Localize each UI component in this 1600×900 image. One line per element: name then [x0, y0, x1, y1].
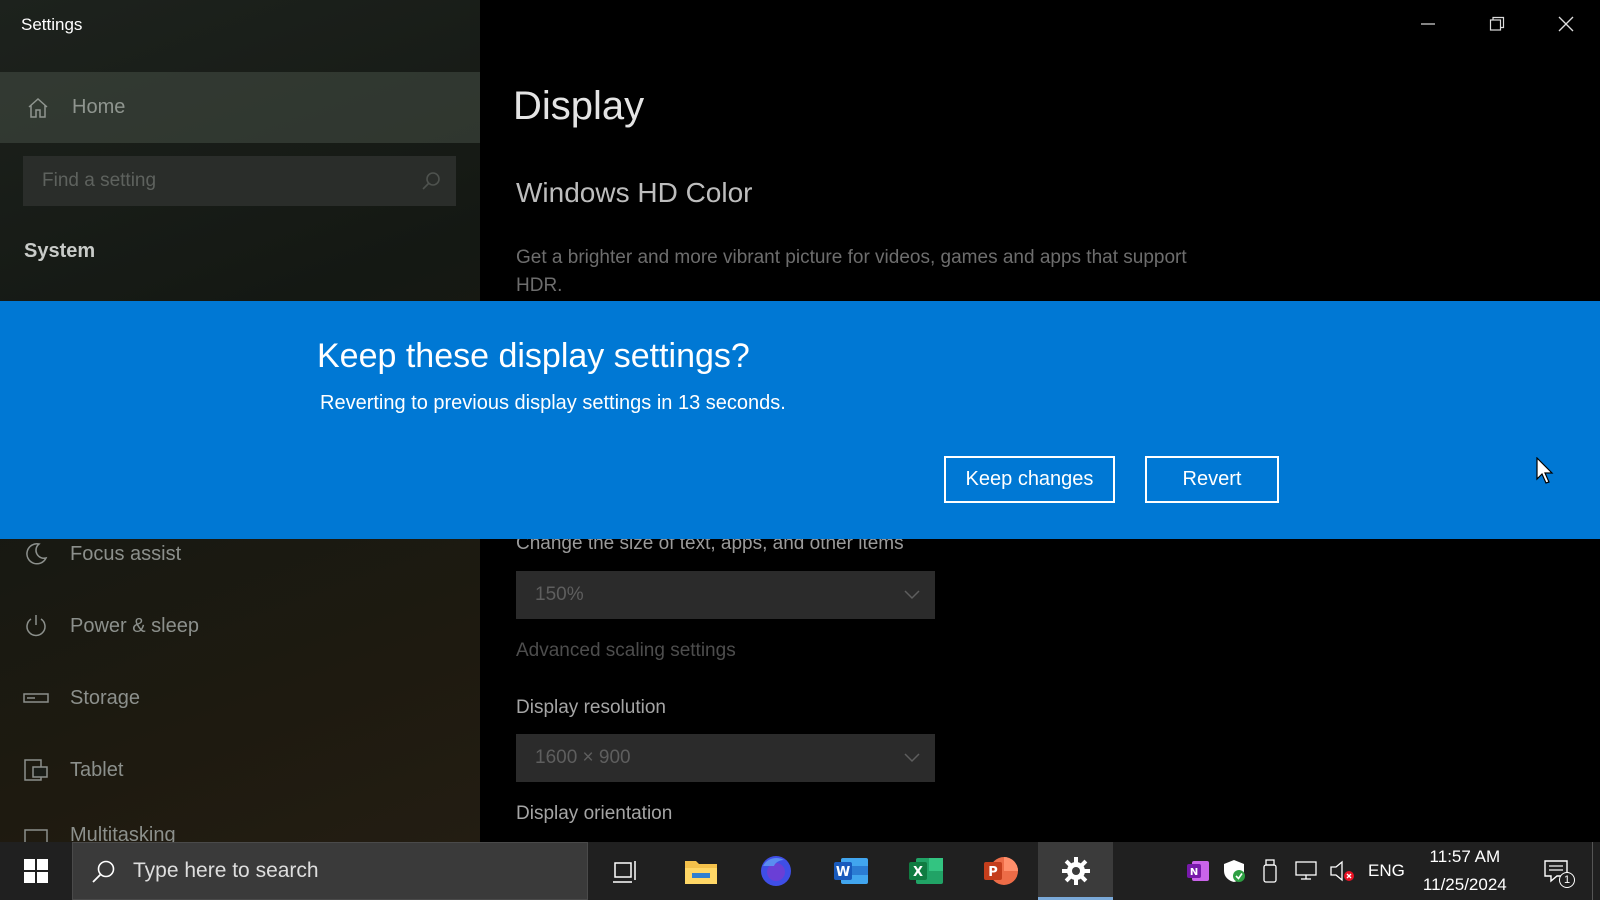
sidebar-item-tablet[interactable]: Tablet: [0, 740, 480, 800]
sidebar-item-power-sleep[interactable]: Power & sleep: [0, 596, 480, 656]
taskbar-app-excel[interactable]: X: [888, 842, 963, 900]
orientation-label: Display orientation: [516, 803, 673, 824]
show-desktop-button[interactable]: [1592, 842, 1600, 900]
window-title: Settings: [21, 15, 83, 34]
taskbar: Type here to search W X P N ENG 11:57 AM…: [0, 842, 1600, 900]
scale-value: 150%: [535, 584, 584, 605]
excel-icon: X: [908, 858, 943, 884]
chevron-down-icon: [904, 590, 920, 600]
sidebar-item-label: Multitasking: [70, 824, 176, 842]
network-icon: [1295, 861, 1317, 880]
clock-time: 11:57 AM: [1429, 847, 1501, 866]
taskbar-app-file-explorer[interactable]: [663, 842, 738, 900]
close-button[interactable]: [1531, 0, 1600, 48]
power-icon: [26, 615, 46, 637]
sidebar-item-label: Focus assist: [70, 542, 182, 565]
dialog-message: Reverting to previous display settings i…: [320, 392, 786, 414]
tray-security[interactable]: [1216, 842, 1252, 900]
window-controls: [1393, 0, 1600, 48]
advanced-scaling-link[interactable]: Advanced scaling settings: [516, 640, 736, 662]
shield-icon: [1224, 860, 1245, 882]
taskbar-app-powerpoint[interactable]: P: [963, 842, 1038, 900]
restore-icon: [1489, 16, 1504, 31]
revert-button[interactable]: Revert: [1145, 456, 1279, 503]
svg-text:N: N: [1190, 867, 1198, 878]
sidebar-item-label: Power & sleep: [70, 614, 199, 637]
notification-count-badge: 1: [1559, 872, 1575, 888]
start-button[interactable]: [0, 842, 72, 900]
clock-date: 11/25/2024: [1422, 875, 1507, 894]
task-view-button[interactable]: [588, 842, 663, 900]
minimize-button[interactable]: [1393, 0, 1462, 48]
sidebar-item-storage[interactable]: Storage: [0, 668, 480, 728]
resolution-dropdown[interactable]: 1600 × 900: [516, 734, 935, 782]
hdr-description: Get a brighter and more vibrant picture …: [516, 247, 1187, 296]
keep-changes-button[interactable]: Keep changes: [944, 456, 1115, 503]
resolution-value: 1600 × 900: [535, 747, 631, 768]
find-setting-search[interactable]: [23, 156, 456, 206]
svg-text:W: W: [835, 865, 849, 880]
find-setting-input[interactable]: [42, 170, 402, 192]
word-icon: W: [833, 858, 868, 884]
svg-text:X: X: [912, 865, 922, 880]
taskbar-app-settings[interactable]: [1038, 842, 1113, 900]
keep-settings-dialog: Keep these display settings? Reverting t…: [0, 301, 1600, 539]
taskbar-search-placeholder: Type here to search: [133, 859, 319, 882]
sidebar-item-multitasking[interactable]: Multitasking: [0, 812, 480, 842]
taskbar-search[interactable]: Type here to search: [72, 842, 588, 900]
storage-icon: [23, 693, 49, 703]
svg-text:P: P: [988, 865, 998, 880]
page-title: Display: [513, 84, 645, 128]
firefox-icon: [760, 856, 791, 886]
close-icon: [1558, 16, 1573, 32]
taskbar-app-word[interactable]: W: [813, 842, 888, 900]
dialog-title: Keep these display settings?: [317, 337, 750, 375]
scale-dropdown[interactable]: 150%: [516, 571, 935, 619]
sidebar-item-label: Home: [72, 96, 126, 118]
settings-window: Settings Home System Focus assist: [0, 0, 1600, 900]
sidebar-item-label: Storage: [70, 686, 141, 709]
clock[interactable]: 11:57 AM 11/25/2024: [1417, 843, 1513, 899]
tray-network[interactable]: [1288, 842, 1324, 900]
folder-icon: [684, 861, 717, 884]
taskbar-app-firefox[interactable]: [738, 842, 813, 900]
volume-muted-icon: [1330, 860, 1354, 882]
task-view-icon: [612, 861, 636, 883]
onenote-icon: N: [1187, 861, 1209, 881]
hdr-section-title: Windows HD Color: [516, 177, 753, 208]
windows-logo-icon: [24, 859, 48, 883]
powerpoint-icon: P: [983, 857, 1018, 885]
moon-icon: [26, 543, 48, 565]
mouse-cursor-icon: [1536, 457, 1554, 484]
usb-drive-icon: [1263, 859, 1277, 883]
action-center-button[interactable]: 1: [1533, 842, 1579, 900]
tray-onenote[interactable]: N: [1180, 842, 1216, 900]
section-label-system: System: [24, 240, 96, 262]
minimize-icon: [1420, 23, 1435, 25]
multitasking-icon: [24, 829, 48, 842]
home-icon: [28, 97, 48, 118]
search-icon[interactable]: [420, 170, 442, 192]
resolution-label: Display resolution: [516, 697, 666, 718]
sidebar-item-home[interactable]: Home: [0, 72, 480, 143]
chevron-down-icon: [904, 753, 920, 763]
tray-volume[interactable]: [1324, 842, 1360, 900]
system-tray: N ENG 11:57 AM 11/25/2024: [1180, 842, 1513, 900]
search-icon: [92, 860, 115, 883]
tablet-icon: [24, 759, 48, 781]
sidebar-item-label: Tablet: [70, 758, 124, 781]
input-language[interactable]: ENG: [1368, 861, 1405, 881]
gear-icon: [1061, 857, 1090, 885]
tray-usb[interactable]: [1252, 842, 1288, 900]
restore-button[interactable]: [1462, 0, 1531, 48]
